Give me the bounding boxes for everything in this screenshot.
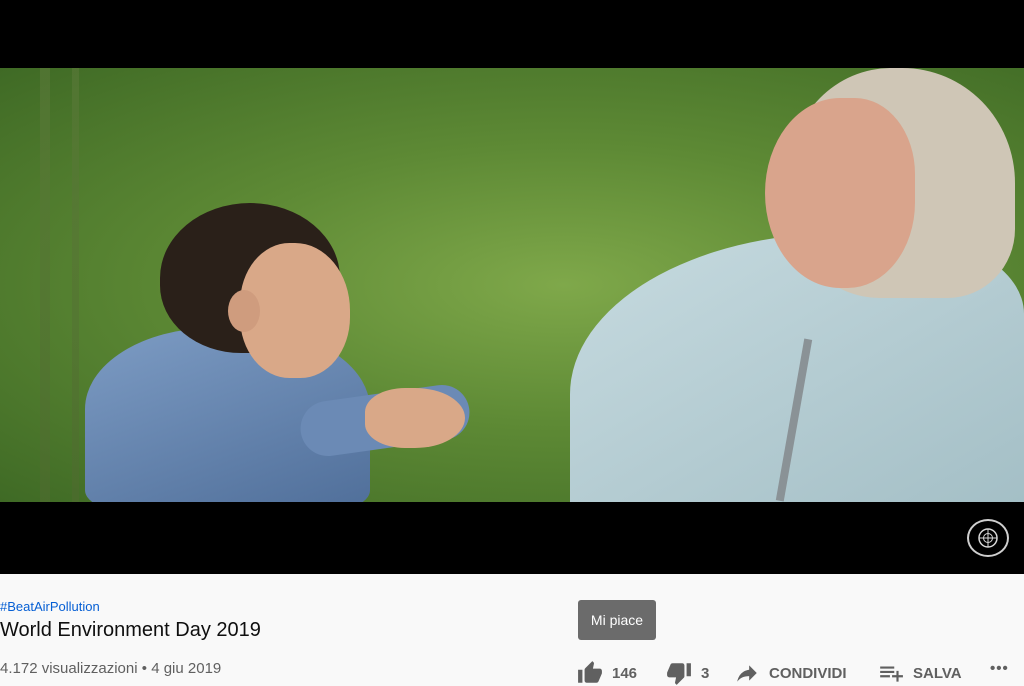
video-info: #BeatAirPollution World Environment Day … [0,574,1024,686]
meta-separator: • [141,660,148,677]
like-button[interactable]: 146 [576,660,637,686]
un-emblem-icon [967,519,1009,557]
playlist-add-icon [880,666,903,682]
dislike-button[interactable]: 3 [665,660,709,686]
share-label: CONDIVIDI [769,664,847,682]
grass-stem [72,68,79,502]
video-frame[interactable] [0,68,1024,502]
child-hand [365,388,465,448]
share-arrow-icon [737,665,757,682]
share-button[interactable]: CONDIVIDI [733,660,847,686]
view-count: 4.172 visualizzazioni [0,660,138,677]
upload-date: 4 giu 2019 [151,660,222,677]
woman-face [765,98,915,288]
video-meta: 4.172 visualizzazioni • 4 giu 2019 [0,660,221,677]
more-dots-icon: ••• [990,660,1009,677]
save-button[interactable]: SALVA [877,660,962,686]
video-title: World Environment Day 2019 [0,619,261,641]
more-actions-button[interactable]: ••• [990,660,1009,677]
like-tooltip: Mi piace [578,600,656,640]
thumbs-up-icon [578,661,602,683]
like-count: 146 [612,664,638,682]
un-emblem-svg [978,528,998,548]
child-ear [228,290,260,332]
dislike-count: 3 [701,664,710,682]
save-label: SALVA [913,664,962,682]
thumbs-down-icon [667,663,691,685]
hashtag-link[interactable]: #BeatAirPollution [0,599,100,614]
video-player[interactable] [0,0,1024,574]
grass-stem [40,68,50,502]
